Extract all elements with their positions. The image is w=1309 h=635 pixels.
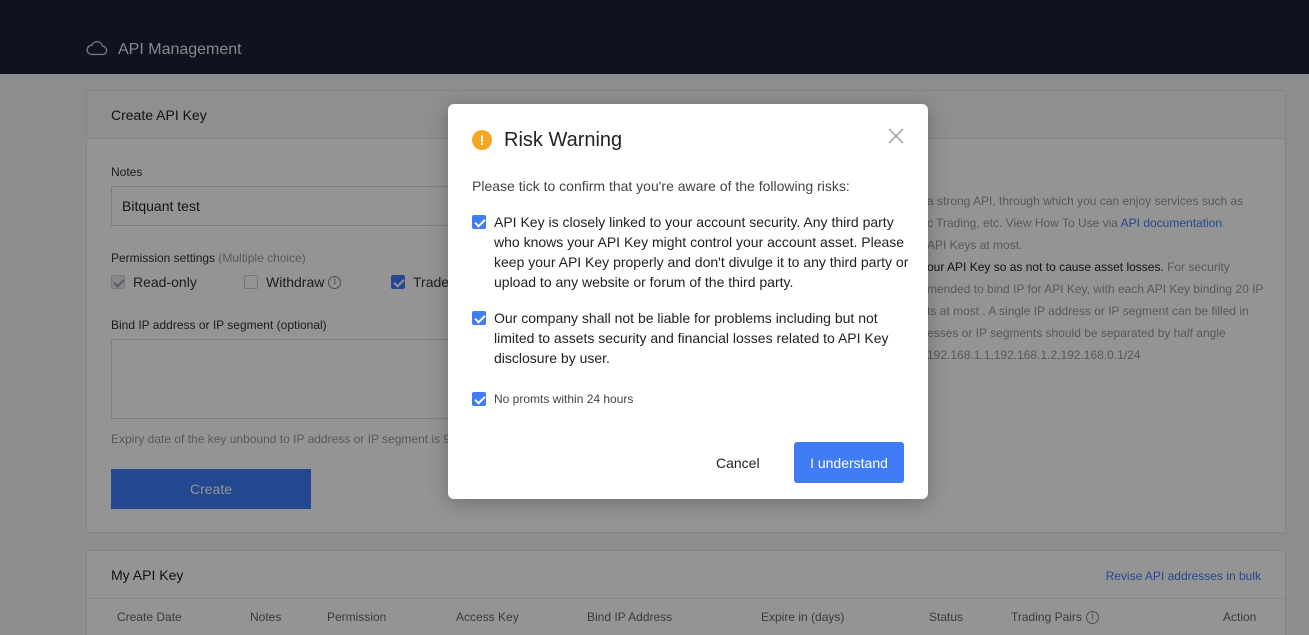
cancel-button[interactable]: Cancel [716,455,760,471]
dialog-intro: Please tick to confirm that you're aware… [472,178,850,194]
no-prompt-label: No promts within 24 hours [494,392,634,406]
close-icon[interactable] [886,126,906,146]
risk-item[interactable]: Our company shall not be liable for prob… [472,308,912,368]
risk-item[interactable]: API Key is closely linked to your accoun… [472,212,912,292]
no-prompt-option[interactable]: No promts within 24 hours [472,392,633,406]
risk-checkbox[interactable] [472,311,486,325]
risk-text: API Key is closely linked to your accoun… [494,214,909,290]
i-understand-button[interactable]: I understand [794,442,904,483]
warning-icon: ! [472,130,492,150]
risk-checkbox[interactable] [472,215,486,229]
risk-text: Our company shall not be liable for prob… [494,310,889,366]
dialog-title: Risk Warning [504,129,623,151]
risk-warning-dialog: ! Risk Warning Please tick to confirm th… [448,104,928,499]
no-prompt-checkbox[interactable] [472,392,486,406]
